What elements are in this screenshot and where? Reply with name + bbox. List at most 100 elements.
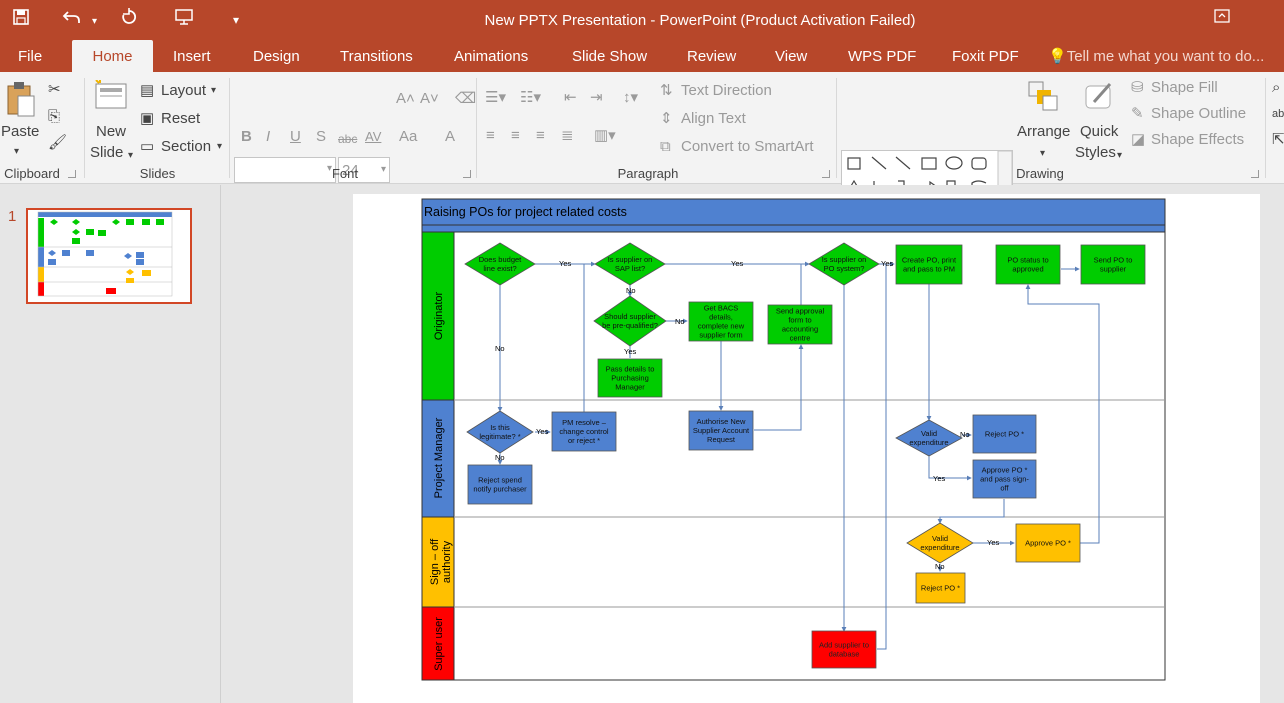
clear-formatting-icon[interactable]: ⌫ [455, 90, 476, 108]
paragraph-launcher-icon[interactable] [822, 170, 830, 178]
align-left-icon[interactable]: ≡ [486, 127, 495, 145]
shape-effects-button[interactable]: Shape Effects [1151, 131, 1244, 149]
replace-icon[interactable]: ab [1272, 105, 1284, 123]
tab-slide-show[interactable]: Slide Show [562, 40, 657, 72]
slide-thumbnail[interactable] [26, 208, 192, 304]
node-send-po[interactable]: Send PO to supplier [1080, 244, 1146, 285]
format-painter-icon[interactable]: 🖌 [48, 134, 67, 152]
node-approve-pm[interactable]: Approve PO * and pass sign-off [972, 459, 1037, 499]
node-authorise[interactable]: Authorise New Supplier Account Request [688, 410, 754, 451]
shape-effects-icon[interactable]: ◪ [1131, 131, 1145, 149]
redo-icon[interactable] [120, 8, 138, 26]
layout-dropdown-icon[interactable]: ▾ [211, 82, 216, 100]
node-create-po[interactable]: Create PO, print and pass to PM [895, 244, 963, 285]
section-button[interactable]: Section [161, 138, 211, 156]
shadow-button[interactable]: S [316, 128, 326, 146]
columns-icon[interactable]: ▥▾ [594, 127, 616, 145]
increase-indent-icon[interactable]: ⇥ [590, 89, 603, 107]
select-icon[interactable]: ⇱ [1272, 131, 1284, 149]
align-text-button[interactable]: Align Text [681, 110, 746, 128]
ribbon-display-icon[interactable] [1214, 8, 1230, 24]
quick-styles-dropdown-icon[interactable]: ▾ [1117, 147, 1122, 165]
drawing-launcher-icon[interactable] [1251, 170, 1259, 178]
presentation-icon[interactable] [174, 8, 194, 26]
align-right-icon[interactable]: ≡ [536, 127, 545, 145]
underline-button[interactable]: U [290, 128, 301, 146]
new-slide-label-2[interactable]: Slide [90, 144, 123, 162]
shape-outline-button[interactable]: Shape Outline [1151, 105, 1246, 123]
node-po-status[interactable]: PO status to approved [995, 244, 1061, 285]
save-icon[interactable] [12, 8, 30, 26]
undo-dropdown-icon[interactable]: ▾ [92, 12, 97, 32]
smartart-icon[interactable]: ⧉ [660, 138, 671, 156]
increase-font-icon[interactable]: A˄ [396, 90, 415, 108]
copy-icon[interactable]: ⎘ [48, 108, 60, 126]
text-direction-icon[interactable]: ⇅ [660, 82, 673, 100]
tab-design[interactable]: Design [243, 40, 310, 72]
clipboard-icon[interactable] [4, 80, 38, 125]
tell-me-search[interactable]: 💡Tell me what you want to do... [1048, 40, 1264, 72]
italic-button[interactable]: I [266, 128, 270, 146]
node-send-approval[interactable]: Send approval form to accounting centre [767, 304, 833, 345]
decrease-indent-icon[interactable]: ⇤ [564, 89, 577, 107]
tab-home[interactable]: Home [72, 40, 153, 72]
find-icon[interactable]: ⌕ [1272, 79, 1280, 97]
tab-view[interactable]: View [765, 40, 817, 72]
font-color-button[interactable]: A [445, 128, 455, 146]
node-bacs[interactable]: Get BACS details, complete new supplier for… [688, 301, 754, 342]
new-slide-label[interactable]: New [96, 123, 126, 141]
node-add-supplier[interactable]: Add supplier to database [811, 630, 877, 669]
customize-toolbar-icon[interactable]: ▾ [233, 10, 239, 30]
layout-button[interactable]: Layout [161, 82, 206, 100]
new-slide-icon[interactable] [94, 79, 128, 119]
arrange-button[interactable]: Arrange [1017, 123, 1070, 141]
tab-review[interactable]: Review [677, 40, 746, 72]
tab-foxit-pdf[interactable]: Foxit PDF [942, 40, 1029, 72]
layout-icon[interactable]: ▤ [140, 82, 154, 100]
convert-smartart-button[interactable]: Convert to SmartArt [681, 138, 814, 156]
node-reject-po-pm[interactable]: Reject PO * [972, 414, 1037, 454]
character-spacing-button[interactable]: AV [365, 128, 381, 146]
arrange-dropdown-icon[interactable]: ▾ [1040, 145, 1045, 163]
justify-icon[interactable]: ≣ [561, 127, 574, 145]
section-dropdown-icon[interactable]: ▾ [217, 138, 222, 156]
font-launcher-icon[interactable] [463, 170, 471, 178]
numbering-icon[interactable]: ☷▾ [520, 89, 541, 107]
section-icon[interactable]: ▭ [140, 138, 154, 156]
shape-outline-icon[interactable]: ✎ [1131, 105, 1144, 123]
paste-dropdown-icon[interactable]: ▾ [14, 143, 19, 161]
quick-styles-icon[interactable] [1084, 80, 1116, 117]
arrange-icon[interactable] [1027, 80, 1059, 117]
cut-icon[interactable]: ✂ [48, 81, 61, 99]
node-pm-resolve[interactable]: PM resolve – change control or reject * [551, 411, 617, 452]
undo-icon[interactable] [62, 8, 84, 26]
bullets-icon[interactable]: ☰▾ [485, 89, 506, 107]
node-pass-details[interactable]: Pass details to Purchasing Manager [597, 358, 663, 398]
text-direction-button[interactable]: Text Direction [681, 82, 772, 100]
quick-styles-button[interactable]: Quick [1080, 123, 1118, 141]
tab-animations[interactable]: Animations [444, 40, 538, 72]
slide[interactable]: Raising POs for project related costs Or… [353, 194, 1260, 703]
node-reject-po-so[interactable]: Reject PO * [915, 572, 966, 604]
node-approve-so[interactable]: Approve PO * [1015, 523, 1081, 563]
tab-wps-pdf[interactable]: WPS PDF [838, 40, 926, 72]
reset-button[interactable]: Reset [161, 110, 200, 128]
new-slide-dropdown-icon[interactable]: ▾ [128, 147, 133, 165]
reset-icon[interactable]: ▣ [140, 110, 154, 128]
change-case-button[interactable]: Aa [399, 128, 417, 146]
align-center-icon[interactable]: ≡ [511, 127, 520, 145]
decrease-font-icon[interactable]: A˅ [420, 90, 439, 108]
clipboard-launcher-icon[interactable] [68, 170, 76, 178]
node-reject-spend[interactable]: Reject spend notify purchaser [467, 464, 533, 505]
quick-styles-label-2[interactable]: Styles [1075, 144, 1116, 162]
paste-button[interactable]: Paste [1, 123, 39, 141]
tab-insert[interactable]: Insert [163, 40, 221, 72]
line-spacing-icon[interactable]: ↕▾ [623, 89, 638, 107]
tab-transitions[interactable]: Transitions [330, 40, 423, 72]
tab-file[interactable]: File [8, 40, 52, 72]
align-text-icon[interactable]: ⇕ [660, 110, 673, 128]
shape-fill-button[interactable]: Shape Fill [1151, 79, 1218, 97]
shape-fill-icon[interactable]: ⛁ [1131, 79, 1144, 97]
bold-button[interactable]: B [241, 128, 252, 146]
strikethrough-button[interactable]: abc [338, 130, 357, 148]
